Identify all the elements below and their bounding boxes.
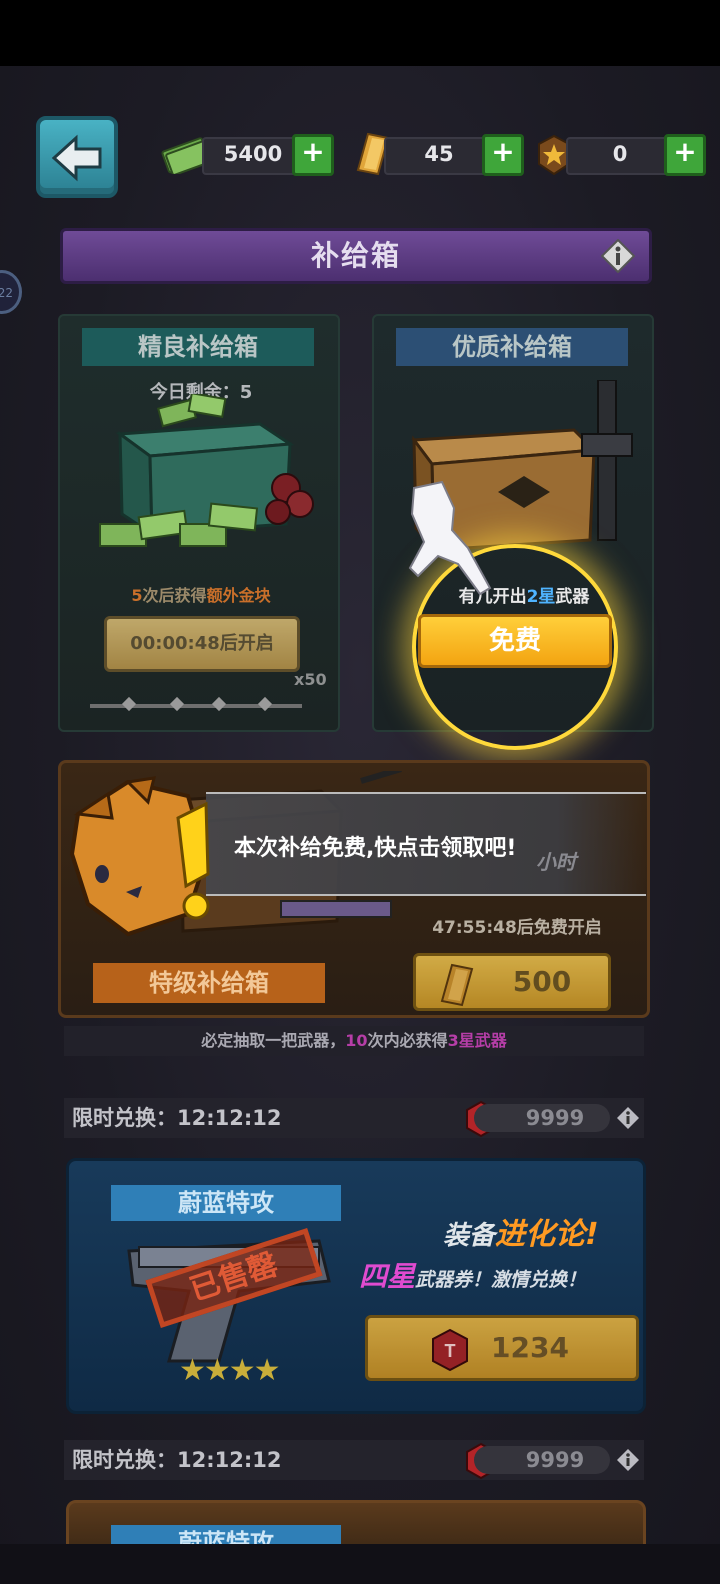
add-gold-button[interactable]: + [482, 134, 524, 176]
bear-mascot-image [69, 776, 210, 937]
navigation-bar [0, 1544, 720, 1584]
guarantee-note: 必定抽取一把武器，10次内必获得3星武器 [64, 1026, 644, 1056]
offer-headline: 装备进化论! [443, 1217, 599, 1252]
progress-reward-label: x50 [294, 670, 327, 689]
fine-crate-title: 精良补给箱 [82, 328, 314, 366]
dialog-underlying-text: 小时 [536, 850, 576, 874]
progress-node [211, 696, 227, 712]
t-token-icon: T [432, 1328, 468, 1372]
fine-crate-panel[interactable]: 精良补给箱 今日剩余：5 5次后获得额外金块 00:00:48后开启 x50 [58, 314, 340, 732]
back-button[interactable] [36, 116, 118, 198]
limited-exchange-label: 限时兑换：12:12:12 [72, 1448, 282, 1472]
add-cash-button[interactable]: + [292, 134, 334, 176]
pointing-hand-icon [408, 480, 492, 596]
medal-amount: 0 [566, 137, 674, 175]
gold-amount: 45 [384, 137, 494, 175]
progress-node [257, 696, 273, 712]
special-crate-price: 500 [512, 965, 572, 998]
special-crate-timer: 47:55:48后免费开启 [432, 918, 602, 938]
green-crate-cash-image [99, 394, 314, 547]
offer-subline: 四星武器券！激情兑换！ [359, 1260, 587, 1293]
add-medal-button[interactable]: + [664, 134, 706, 176]
special-crate-title: 特级补给箱 [93, 963, 325, 1003]
limited-exchange-label: 限时兑换：12:12:12 [72, 1106, 282, 1130]
progress-track [90, 696, 302, 712]
fine-crate-timer-button[interactable]: 00:00:48后开启 [104, 616, 300, 672]
limited-exchange-bar: 限时兑换：12:12:12 T 9999 [64, 1440, 644, 1480]
back-arrow-icon [51, 134, 102, 182]
info-icon[interactable] [601, 239, 635, 273]
info-icon[interactable] [616, 1106, 640, 1130]
status-bar [0, 0, 720, 66]
offer-title: 蔚蓝特攻 [111, 1185, 341, 1221]
cash-amount: 5400 [202, 137, 304, 175]
special-crate-buy-button[interactable]: 500 [413, 953, 611, 1011]
gold-bar-icon [440, 963, 474, 1007]
weapon-offer-card[interactable]: 蔚蓝特攻 已售罄 ★★★★ 装备进化论! 四星武器券！激情兑换！ T 1234 [66, 1158, 646, 1414]
free-open-button[interactable]: 免费 [418, 614, 612, 668]
offer-price: 1234 [491, 1331, 569, 1364]
currency-medal: 0 + [536, 134, 706, 176]
currency-gold: 45 + [354, 132, 524, 176]
offer-buy-button[interactable]: T 1234 [365, 1315, 639, 1381]
bonus-hint: 5次后获得额外金块 [131, 586, 271, 605]
quality-crate-title: 优质补给箱 [396, 328, 628, 366]
svg-text:T: T [445, 1341, 456, 1361]
page-title: 补给箱 [310, 239, 401, 272]
star-rating: ★★★★ [179, 1353, 281, 1388]
exchange-token-count: 9999 [474, 1446, 610, 1474]
currency-cash: 5400 + [160, 134, 334, 176]
dialog-text: 本次补给免费,快点击领取吧! [234, 836, 517, 861]
exchange-token-count: 9999 [474, 1104, 610, 1132]
limited-exchange-bar: 限时兑换：12:12:12 T 9999 [64, 1098, 644, 1138]
progress-node [121, 696, 137, 712]
info-icon[interactable] [616, 1448, 640, 1472]
title-banner: 补给箱 [60, 228, 652, 284]
progress-node [169, 696, 185, 712]
